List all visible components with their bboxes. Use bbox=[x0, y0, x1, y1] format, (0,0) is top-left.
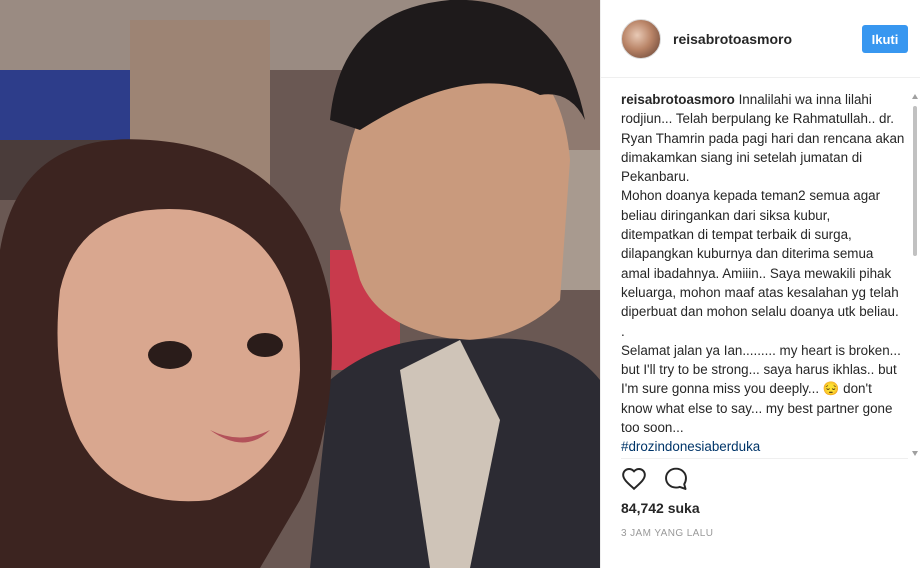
caption-text: Innalilahi wa inna lilahi rodjiun... Tel… bbox=[621, 92, 905, 436]
scroll-up-arrow-icon[interactable] bbox=[912, 94, 918, 99]
caption-username[interactable]: reisabrotoasmoro bbox=[621, 92, 735, 107]
caption-scrollbar[interactable] bbox=[912, 94, 918, 456]
follow-button[interactable]: Ikuti bbox=[862, 24, 908, 53]
heart-icon[interactable] bbox=[621, 466, 647, 492]
post-side-panel: reisabrotoasmoro Ikuti reisabrotoasmoro … bbox=[600, 0, 920, 568]
post-timestamp[interactable]: 3 JAM YANG LALU bbox=[621, 528, 713, 539]
photo-illustration bbox=[0, 0, 600, 568]
actions-divider bbox=[621, 458, 908, 459]
header-username[interactable]: reisabrotoasmoro bbox=[673, 31, 862, 47]
instagram-post: reisabrotoasmoro Ikuti reisabrotoasmoro … bbox=[0, 0, 920, 568]
scroll-thumb[interactable] bbox=[913, 106, 917, 256]
post-actions bbox=[621, 466, 689, 492]
caption-area: reisabrotoasmoro Innalilahi wa inna lila… bbox=[621, 90, 905, 458]
caption-hashtag[interactable]: #drozindonesiaberduka bbox=[621, 437, 905, 456]
post-photo[interactable] bbox=[0, 0, 600, 568]
likes-count[interactable]: 84,742 suka bbox=[621, 500, 700, 516]
comment-icon[interactable] bbox=[663, 466, 689, 492]
scroll-down-arrow-icon[interactable] bbox=[912, 451, 918, 456]
caption: reisabrotoasmoro Innalilahi wa inna lila… bbox=[621, 90, 905, 457]
avatar[interactable] bbox=[621, 18, 661, 59]
post-header: reisabrotoasmoro Ikuti bbox=[601, 0, 920, 78]
